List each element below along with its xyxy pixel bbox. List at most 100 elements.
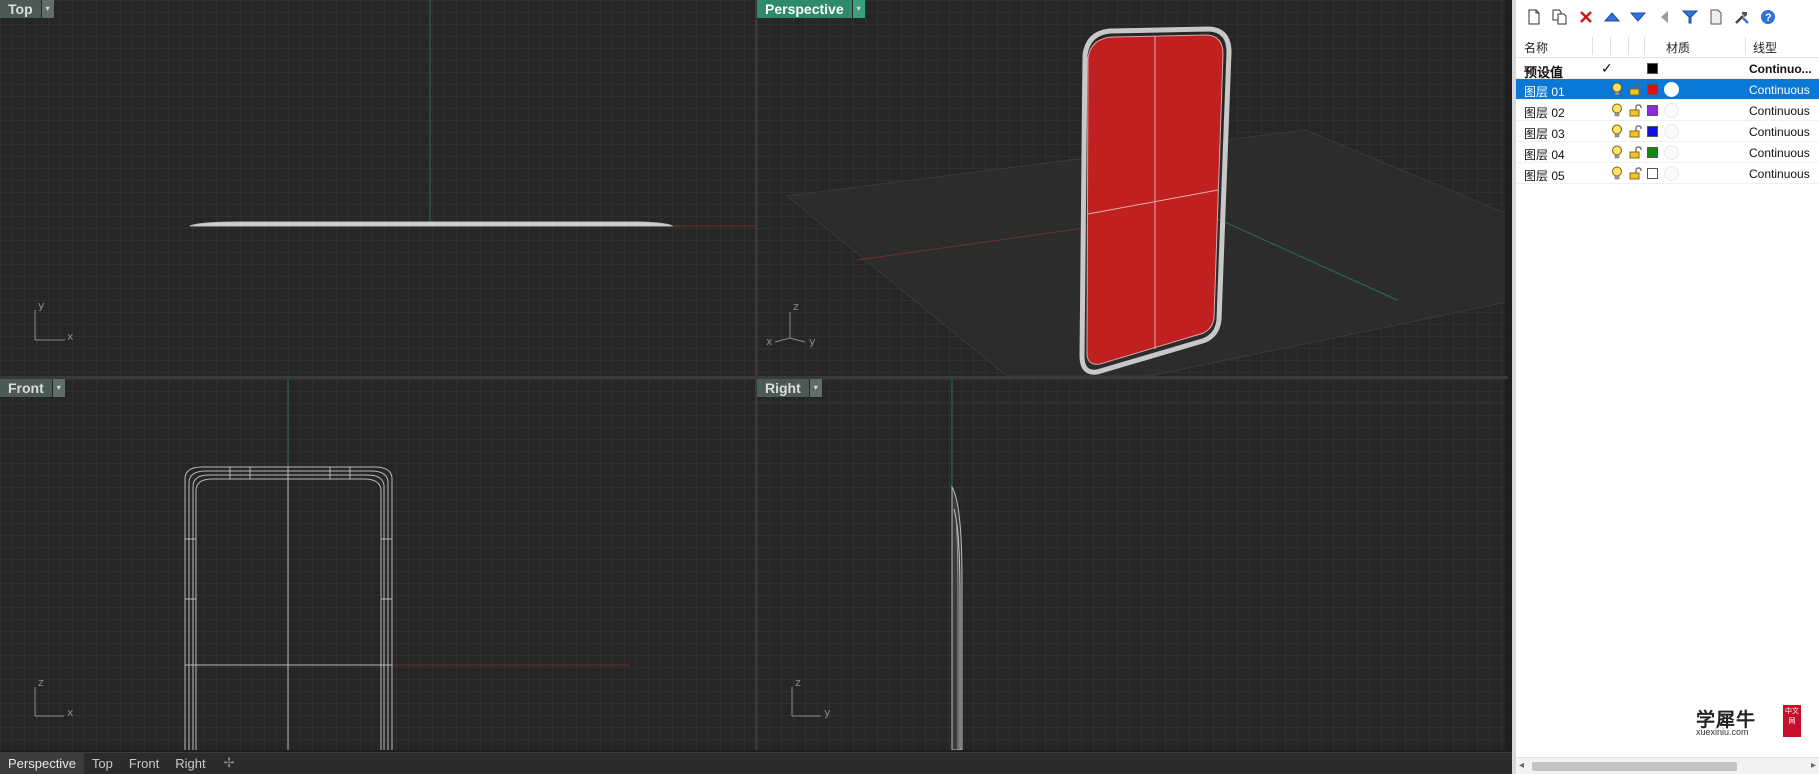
watermark-badge: 中文网 — [1783, 705, 1801, 737]
tools-icon[interactable] — [1730, 6, 1753, 28]
layer-linetype[interactable]: Continuous — [1749, 125, 1810, 139]
axis-indicator-right: z y — [791, 676, 831, 719]
rhino-app: y x Top z x y — [0, 0, 1819, 774]
move-down-icon[interactable] — [1626, 6, 1649, 28]
tab-front[interactable]: Front — [121, 753, 167, 774]
svg-text:z: z — [795, 676, 801, 689]
phone-top-outline — [189, 221, 674, 227]
layer-name[interactable]: 图层 05 — [1524, 167, 1565, 184]
material-ball-icon[interactable] — [1664, 82, 1679, 97]
help-icon[interactable]: ? — [1756, 6, 1779, 28]
header-material[interactable]: 材质 — [1666, 39, 1690, 56]
layer-color-swatch[interactable] — [1647, 63, 1658, 74]
lock-open-icon[interactable] — [1629, 146, 1643, 162]
layer-linetype[interactable]: Continuous — [1749, 104, 1810, 118]
top-view-canvas: y x — [34, 0, 755, 343]
viewport-right[interactable]: z y Right — [757, 379, 1505, 750]
viewport-label-front[interactable]: Front — [0, 379, 52, 397]
svg-text:z: z — [38, 676, 44, 689]
material-ball-icon[interactable] — [1664, 166, 1679, 181]
delete-icon[interactable] — [1574, 6, 1597, 28]
watermark-url: xuexiniu.com — [1696, 727, 1749, 737]
material-ball-icon[interactable] — [1664, 103, 1679, 118]
viewport-label-perspective[interactable]: Perspective — [757, 0, 852, 18]
phone-front-wireframe — [184, 466, 393, 750]
viewport-label-right[interactable]: Right — [757, 379, 809, 397]
viewport-tag-top[interactable]: Top — [0, 0, 54, 18]
tab-top[interactable]: Top — [84, 753, 121, 774]
filter-icon[interactable] — [1678, 6, 1701, 28]
svg-text:x: x — [67, 706, 74, 719]
scrollbar-thumb[interactable] — [1532, 762, 1737, 771]
add-viewport-icon[interactable]: ✢ — [214, 756, 245, 771]
layer-linetype[interactable]: Continuo... — [1749, 62, 1812, 76]
viewport-divider-horizontal[interactable] — [0, 376, 1508, 379]
layer-color-swatch[interactable] — [1647, 84, 1658, 95]
viewport-divider-vertical[interactable] — [755, 0, 757, 750]
move-left-icon[interactable] — [1652, 6, 1675, 28]
viewport-label-top[interactable]: Top — [0, 0, 41, 18]
material-ball-icon[interactable] — [1664, 145, 1679, 160]
svg-text:?: ? — [1765, 12, 1772, 24]
new-layer-icon[interactable] — [1522, 6, 1545, 28]
scroll-right-icon[interactable]: ▸ — [1811, 760, 1816, 771]
lock-open-icon[interactable] — [1629, 125, 1643, 141]
layer-linetype[interactable]: Continuous — [1749, 83, 1810, 97]
scroll-left-icon[interactable]: ◂ — [1519, 760, 1524, 771]
visibility-bulb-icon[interactable] — [1611, 82, 1623, 100]
layer-color-swatch[interactable] — [1647, 126, 1658, 137]
layer-name[interactable]: 图层 02 — [1524, 104, 1565, 121]
layer-row[interactable]: 图层 01 Continuous — [1516, 79, 1819, 100]
watermark-logo: 学犀牛 xuexiniu.com 中文网 — [1696, 705, 1806, 739]
viewport-tag-perspective[interactable]: Perspective — [757, 0, 865, 18]
lock-open-icon[interactable] — [1629, 167, 1643, 183]
tab-perspective[interactable]: Perspective — [0, 753, 84, 774]
layers-list: 预设值 ✓ Continuo... 图层 01 Continuous 图层 02 Conti… — [1516, 58, 1819, 184]
viewport-tag-front[interactable]: Front — [0, 379, 65, 397]
axis-indicator-perspective: z x y — [766, 300, 816, 348]
header-name[interactable]: 名称 — [1524, 39, 1548, 56]
layer-color-swatch[interactable] — [1647, 105, 1658, 116]
svg-text:y: y — [38, 299, 45, 312]
layer-row[interactable]: 图层 02 Continuous — [1516, 100, 1819, 121]
layer-color-swatch[interactable] — [1647, 168, 1658, 179]
layer-linetype[interactable]: Continuous — [1749, 146, 1810, 160]
svg-text:y: y — [809, 335, 816, 348]
viewport-tab-bar: Perspective Top Front Right ✢ — [0, 752, 1512, 774]
current-layer-check-icon[interactable]: ✓ — [1601, 60, 1613, 77]
viewport-front[interactable]: z x Front — [0, 379, 755, 750]
layer-name[interactable]: 图层 03 — [1524, 125, 1565, 142]
lock-open-icon[interactable] — [1629, 83, 1643, 99]
viewport-perspective[interactable]: z x y Perspective — [757, 0, 1505, 376]
visibility-bulb-icon[interactable] — [1611, 166, 1623, 184]
visibility-bulb-icon[interactable] — [1611, 103, 1623, 121]
header-linetype[interactable]: 线型 — [1753, 39, 1777, 56]
chevron-down-icon[interactable] — [52, 379, 65, 397]
svg-text:z: z — [793, 300, 799, 313]
layer-name[interactable]: 图层 01 — [1524, 83, 1565, 100]
layer-row[interactable]: 预设值 ✓ Continuo... — [1516, 58, 1819, 80]
layer-row[interactable]: 图层 04 Continuous — [1516, 142, 1819, 163]
page-icon[interactable] — [1704, 6, 1727, 28]
visibility-bulb-icon[interactable] — [1611, 124, 1623, 142]
viewport-top[interactable]: y x Top — [0, 0, 755, 376]
viewport-tag-right[interactable]: Right — [757, 379, 822, 397]
layer-linetype[interactable]: Continuous — [1749, 167, 1810, 181]
chevron-down-icon[interactable] — [852, 0, 865, 18]
lock-open-icon[interactable] — [1629, 104, 1643, 120]
tab-right[interactable]: Right — [167, 753, 213, 774]
axis-indicator-top: y x — [34, 299, 74, 343]
layer-row[interactable]: 图层 05 Continuous — [1516, 163, 1819, 184]
visibility-bulb-icon[interactable] — [1611, 145, 1623, 163]
layer-name[interactable]: 图层 04 — [1524, 146, 1565, 163]
svg-text:y: y — [824, 706, 831, 719]
horizontal-scrollbar[interactable]: ◂ ▸ — [1516, 757, 1819, 774]
layer-color-swatch[interactable] — [1647, 147, 1658, 158]
layer-row[interactable]: 图层 03 Continuous — [1516, 121, 1819, 142]
chevron-down-icon[interactable] — [809, 379, 822, 397]
new-sublayer-icon[interactable] — [1548, 6, 1571, 28]
svg-text:x: x — [67, 330, 74, 343]
material-ball-icon[interactable] — [1664, 124, 1679, 139]
chevron-down-icon[interactable] — [41, 0, 54, 18]
move-up-icon[interactable] — [1600, 6, 1623, 28]
